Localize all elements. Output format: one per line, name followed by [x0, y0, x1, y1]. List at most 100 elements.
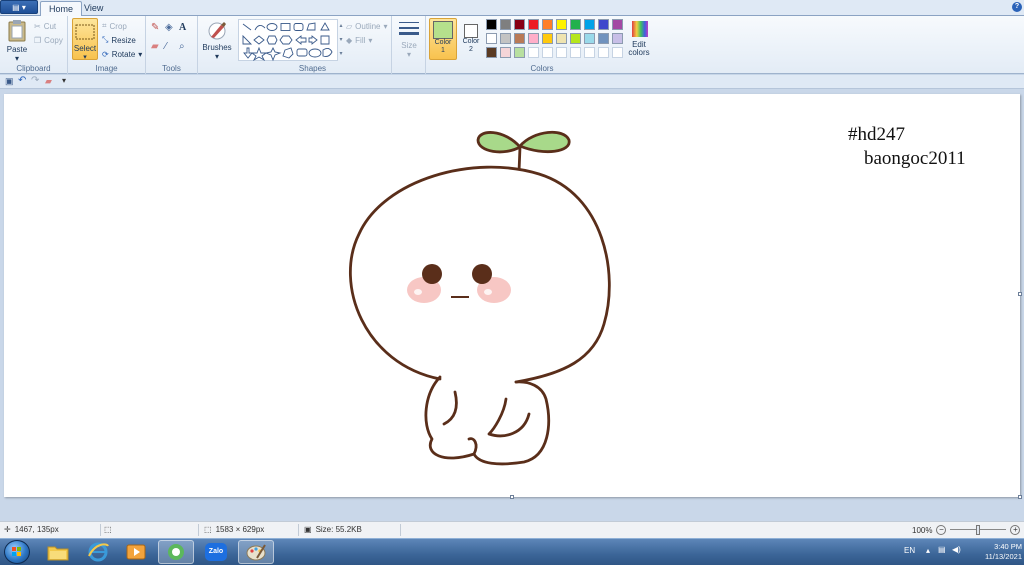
fill-button[interactable]: ◆ Fill ▾ — [346, 34, 372, 46]
palette-swatch[interactable] — [500, 33, 511, 44]
resize-handle-corner[interactable] — [1018, 495, 1022, 499]
zoom-in-icon[interactable]: + — [1010, 525, 1021, 535]
outline-icon: ▱ — [346, 21, 353, 31]
palette-swatch[interactable] — [598, 19, 609, 30]
zoom-slider-thumb[interactable] — [976, 525, 981, 535]
color2-button[interactable]: Color 2 — [459, 18, 483, 60]
palette-swatch[interactable] — [514, 33, 525, 44]
palette-swatch[interactable] — [500, 19, 511, 30]
select-button[interactable]: Select ▾ — [72, 18, 98, 61]
taskbar-explorer[interactable] — [40, 540, 76, 564]
drawing-canvas[interactable]: #hd247 baongoc2011 — [4, 94, 1020, 497]
palette-swatch[interactable] — [612, 33, 623, 44]
palette-swatch[interactable] — [584, 47, 595, 58]
customize-qat-icon[interactable]: ▾ — [62, 76, 66, 85]
help-icon[interactable]: ? — [1012, 2, 1022, 12]
color2-swatch — [464, 24, 478, 38]
crop-icon: ⌗ — [102, 21, 107, 30]
color-picker-icon[interactable]: ⁄ — [165, 41, 179, 52]
start-button[interactable] — [4, 540, 30, 564]
edit-colors-button[interactable]: Edit colors — [626, 19, 654, 57]
palette-swatch[interactable] — [584, 33, 595, 44]
zoom-out-icon[interactable]: − — [936, 525, 947, 535]
zoom-level-text: 100% — [912, 525, 933, 535]
palette-swatch[interactable] — [528, 33, 539, 44]
palette-swatch[interactable] — [556, 47, 567, 58]
palette-swatch[interactable] — [542, 33, 553, 44]
palette-swatch[interactable] — [556, 19, 567, 30]
volume-icon[interactable]: ◀) — [952, 545, 961, 554]
palette-swatch[interactable] — [556, 33, 567, 44]
resize-handle-bottom[interactable] — [510, 495, 514, 499]
palette-swatch[interactable] — [486, 19, 497, 30]
palette-swatch[interactable] — [542, 47, 553, 58]
palette-swatch[interactable] — [570, 33, 581, 44]
zoom-slider[interactable] — [950, 525, 1007, 535]
palette-swatch[interactable] — [486, 33, 497, 44]
eraser-icon[interactable]: ▰ — [151, 41, 165, 52]
crosshair-icon: ✛ — [4, 525, 11, 534]
rotate-button[interactable]: ⟳ Rotate ▾ — [102, 48, 142, 60]
file-menu-button[interactable]: ▤ ▾ — [0, 0, 38, 14]
outline-button[interactable]: ▱ Outline ▾ — [346, 20, 388, 32]
cut-button[interactable]: ✂ Cut — [34, 20, 56, 32]
copy-button[interactable]: ❐ Copy — [34, 34, 63, 46]
taskbar-coccoc[interactable] — [158, 540, 194, 564]
eraser-quick-icon[interactable]: ▰ — [45, 76, 52, 87]
outline-dropdown-icon: ▾ — [383, 21, 388, 31]
show-hidden-icons[interactable]: ▴ — [926, 546, 930, 555]
language-indicator[interactable]: EN — [904, 546, 915, 555]
palette-swatch[interactable] — [570, 19, 581, 30]
crop-label: Crop — [109, 21, 127, 31]
clipboard-group-label: Clipboard — [16, 64, 51, 73]
shapes-group-label: Shapes — [298, 64, 327, 73]
resize-handle-right[interactable] — [1018, 292, 1022, 296]
selection-icon: ⬚ — [104, 525, 112, 534]
palette-swatch[interactable] — [514, 19, 525, 30]
palette-swatch[interactable] — [570, 47, 581, 58]
paste-icon — [8, 20, 26, 42]
palette-swatch[interactable] — [528, 47, 539, 58]
network-icon[interactable]: ▤ — [938, 545, 946, 554]
palette-swatch[interactable] — [584, 19, 595, 30]
color1-label: Color 1 — [434, 39, 452, 54]
palette-swatch[interactable] — [500, 47, 511, 58]
palette-swatch[interactable] — [528, 19, 539, 30]
pencil-icon[interactable]: ✎ — [151, 22, 165, 33]
quick-access-toolbar: ▣ ↶ ↷ ▰ ▾ — [0, 75, 1024, 89]
resize-button[interactable]: ⤡ Resize — [102, 34, 136, 46]
palette-swatch[interactable] — [612, 47, 623, 58]
taskbar-internet-explorer[interactable] — [80, 540, 116, 564]
canvas-text-author: baongoc2011 — [864, 148, 966, 169]
text-icon[interactable]: A — [179, 22, 193, 33]
clock-time: 3:40 PM — [994, 542, 1022, 551]
undo-icon[interactable]: ↶ — [18, 75, 26, 86]
status-divider — [400, 524, 401, 536]
taskbar-media-player[interactable] — [118, 540, 154, 564]
palette-swatch[interactable] — [612, 19, 623, 30]
palette-swatch[interactable] — [514, 47, 525, 58]
tools-group: ✎ ◈ A ▰ ⁄ ⌕ Tools — [146, 16, 198, 74]
crop-button[interactable]: ⌗ Crop — [102, 20, 127, 32]
fill-bucket-icon[interactable]: ◈ — [165, 22, 179, 33]
size-button[interactable]: Size ▾ — [396, 19, 422, 59]
zalo-icon: Zalo — [205, 543, 227, 561]
taskbar-paint[interactable] — [238, 540, 274, 564]
shapes-gallery[interactable] — [238, 19, 338, 62]
clock[interactable]: 3:40 PM 11/13/2021 — [968, 542, 1022, 562]
palette-swatch[interactable] — [486, 47, 497, 58]
palette-swatch[interactable] — [598, 47, 609, 58]
taskbar-zalo[interactable]: Zalo — [198, 540, 234, 564]
shapes-scroll-icon[interactable]: ▴ ▾ ▾ — [338, 19, 344, 61]
palette-swatch[interactable] — [598, 33, 609, 44]
tab-view[interactable]: View — [76, 1, 111, 16]
brushes-button[interactable]: Brushes ▾ — [202, 19, 232, 61]
color1-button[interactable]: Color 1 — [429, 18, 457, 60]
paste-button[interactable]: Paste ▾ — [4, 19, 30, 63]
save-icon[interactable]: ▣ — [5, 76, 14, 87]
system-tray: EN ▴ ▤ ◀) 3:40 PM 11/13/2021 — [904, 539, 1024, 565]
status-bar: ✛ 1467, 135px ⬚ ⬚ 1583 × 629px ▣ Size: 55.2… — [0, 521, 1024, 538]
magnifier-icon[interactable]: ⌕ — [179, 41, 193, 52]
palette-swatch[interactable] — [542, 19, 553, 30]
redo-icon[interactable]: ↷ — [31, 75, 39, 86]
